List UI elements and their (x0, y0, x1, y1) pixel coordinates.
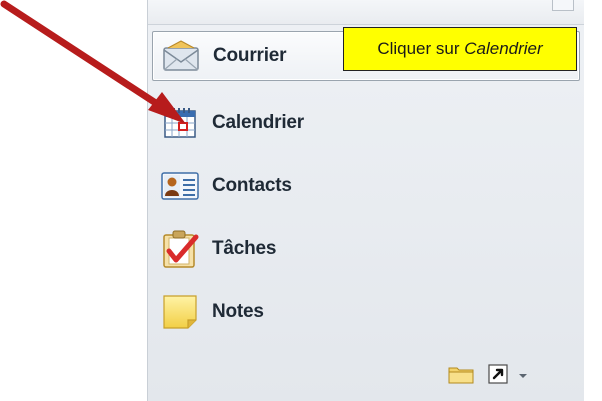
annotation-arrow (0, 0, 186, 124)
